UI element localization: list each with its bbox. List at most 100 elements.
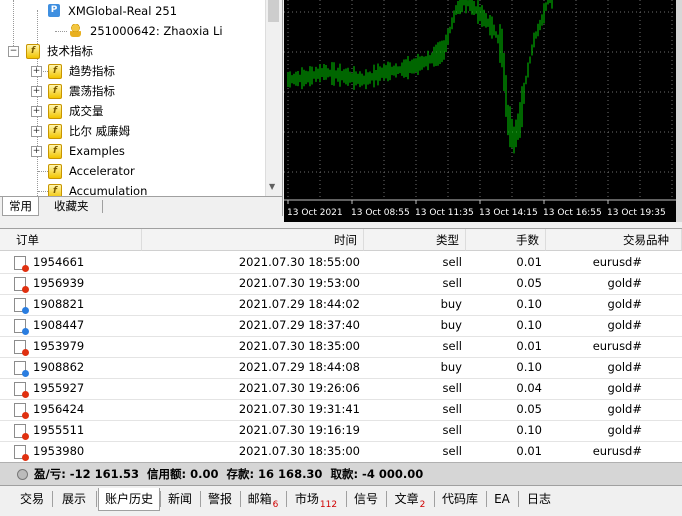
order-time: 2021.07.29 18:44:02	[238, 297, 360, 311]
column-header-time[interactable]: 时间	[142, 229, 364, 251]
account-user-label: 251000642: Zhaoxia Li	[90, 24, 223, 38]
order-icon	[14, 403, 29, 419]
order-symbol: gold#	[607, 381, 642, 395]
tab-label: 信号	[353, 492, 378, 506]
user-icon	[70, 24, 81, 37]
indicator-folder-icon: f	[48, 144, 62, 159]
tab-9[interactable]: 代码库	[436, 488, 484, 510]
navigator-scrollbar[interactable]: ▼	[265, 0, 282, 196]
order-icon	[14, 424, 29, 440]
tab-5[interactable]: 邮箱6	[242, 488, 284, 510]
order-time: 2021.07.30 18:35:00	[238, 339, 360, 353]
order-lots: 0.10	[516, 318, 542, 332]
column-header-symbol[interactable]: 交易品种	[546, 229, 682, 251]
indicator-folder-icon: f	[26, 44, 40, 59]
order-icon	[14, 382, 29, 398]
column-header-order[interactable]: 订单	[0, 229, 142, 251]
order-type: sell	[442, 276, 462, 290]
tab-2[interactable]: 账户历史	[98, 488, 160, 511]
order-time: 2021.07.30 19:53:00	[238, 276, 360, 290]
tab-11[interactable]: 日志	[520, 488, 558, 510]
order-id: 1908821	[33, 297, 85, 311]
order-icon	[14, 277, 29, 293]
order-time: 2021.07.29 18:44:08	[238, 360, 360, 374]
tab-0[interactable]: 交易	[14, 488, 50, 510]
summary-icon	[17, 469, 28, 480]
order-lots: 0.01	[516, 339, 542, 353]
scrollbar-thumb[interactable]	[268, 0, 279, 22]
tab-favorites[interactable]: 收藏夹	[48, 197, 95, 215]
order-id: 1955511	[33, 423, 85, 437]
tab-6[interactable]: 市场112	[288, 488, 344, 510]
tab-3[interactable]: 新闻	[162, 488, 198, 510]
order-time: 2021.07.30 19:16:19	[238, 423, 360, 437]
order-icon	[14, 298, 29, 314]
collapse-icon[interactable]: −	[8, 46, 19, 57]
expand-icon[interactable]: +	[31, 126, 42, 137]
tab-label: EA	[494, 492, 510, 506]
account-server-label: XMGlobal-Real 251	[68, 4, 178, 18]
order-type: sell	[442, 255, 462, 269]
time-label: 13 Oct 11:35	[415, 208, 474, 218]
expand-icon[interactable]: +	[31, 106, 42, 117]
column-header-lots[interactable]: 手数	[466, 229, 546, 251]
tab-7[interactable]: 信号	[348, 488, 384, 510]
tree-item-accelerator[interactable]: f Accelerator	[0, 161, 270, 181]
tree-item-trend[interactable]: + f 趋势指标	[0, 61, 270, 81]
tab-label: 文章	[394, 492, 419, 506]
order-lots: 0.10	[516, 360, 542, 374]
table-row[interactable]: 1953980 2021.07.30 18:35:00 sell 0.01 eurusd…	[0, 441, 682, 463]
tab-1[interactable]: 展示	[54, 488, 94, 510]
price-chart[interactable]: 13 Oct 2021 13 Oct 08:55 13 Oct 11:35 13 Oc…	[284, 0, 682, 222]
tree-item-volume[interactable]: + f 成交量	[0, 101, 270, 121]
tab-badge: 6	[272, 500, 279, 510]
tab-label: 代码库	[441, 492, 478, 506]
order-type: sell	[442, 423, 462, 437]
navigator-panel: P XMGlobal-Real 251 251000642: Zhaoxia L…	[0, 0, 283, 216]
table-row[interactable]: 1908821 2021.07.29 18:44:02 buy 0.10 gold#	[0, 294, 682, 316]
order-type: sell	[442, 402, 462, 416]
tab-badge: 112	[319, 500, 338, 510]
tab-badge: 2	[419, 500, 426, 510]
tab-label: 展示	[61, 492, 86, 506]
chart-scrollbar[interactable]	[676, 0, 682, 222]
expand-icon[interactable]: +	[31, 146, 42, 157]
tree-item-bill-williams[interactable]: + f 比尔 威廉姆	[0, 121, 270, 141]
terminal-tabs: 交易 展示 账户历史 新闻 警报 邮箱6 市场112 信号 文章2 代码库 EA 日志	[0, 485, 682, 515]
tree-item-label: 趋势指标	[69, 64, 115, 78]
order-time: 2021.07.29 18:37:40	[238, 318, 360, 332]
indicators-root-label: 技术指标	[47, 44, 93, 58]
table-row[interactable]: 1908447 2021.07.29 18:37:40 buy 0.10 gold#	[0, 315, 682, 337]
order-lots: 0.10	[516, 297, 542, 311]
tab-8[interactable]: 文章2	[388, 488, 432, 510]
order-icon	[14, 340, 29, 356]
indicator-folder-icon: f	[48, 64, 62, 79]
tab-common[interactable]: 常用	[2, 197, 39, 216]
order-type: buy	[440, 318, 462, 332]
table-row[interactable]: 1956424 2021.07.30 19:31:41 sell 0.05 gold#	[0, 399, 682, 421]
table-row[interactable]: 1954661 2021.07.30 18:55:00 sell 0.01 eurusd…	[0, 252, 682, 274]
table-row[interactable]: 1955511 2021.07.30 19:16:19 sell 0.10 gold#	[0, 420, 682, 442]
column-header-type[interactable]: 类型	[364, 229, 466, 251]
tab-4[interactable]: 警报	[202, 488, 238, 510]
table-row[interactable]: 1953979 2021.07.30 18:35:00 sell 0.01 eurusd…	[0, 336, 682, 358]
scroll-down-arrow-icon[interactable]: ▼	[269, 182, 275, 191]
tab-label: 警报	[207, 492, 232, 506]
tree-item-label: 震荡指标	[69, 84, 115, 98]
order-time: 2021.07.30 19:26:06	[238, 381, 360, 395]
table-row[interactable]: 1956939 2021.07.30 19:53:00 sell 0.05 gold#	[0, 273, 682, 295]
order-id: 1908862	[33, 360, 85, 374]
time-label: 13 Oct 2021	[287, 208, 343, 218]
indicator-icon: f	[48, 164, 62, 179]
tree-item-oscillators[interactable]: + f 震荡指标	[0, 81, 270, 101]
tree-item-label: 比尔 威廉姆	[69, 124, 131, 138]
order-lots: 0.10	[516, 423, 542, 437]
order-symbol: gold#	[607, 318, 642, 332]
expand-icon[interactable]: +	[31, 86, 42, 97]
expand-icon[interactable]: +	[31, 66, 42, 77]
tab-10[interactable]: EA	[488, 488, 516, 510]
table-row[interactable]: 1955927 2021.07.30 19:26:06 sell 0.04 gold#	[0, 378, 682, 400]
tab-label: 账户历史	[104, 492, 153, 506]
tree-item-examples[interactable]: + f Examples	[0, 141, 270, 161]
table-row[interactable]: 1908862 2021.07.29 18:44:08 buy 0.10 gold#	[0, 357, 682, 379]
